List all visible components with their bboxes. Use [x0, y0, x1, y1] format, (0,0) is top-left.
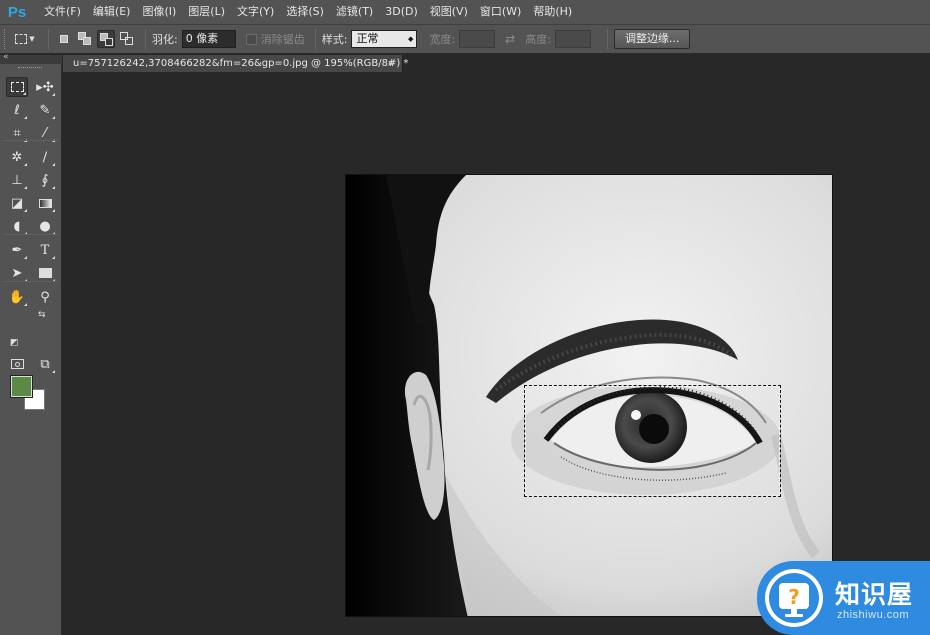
menu-filter[interactable]: 滤镜(T)	[330, 0, 379, 24]
marquee-selection[interactable]	[524, 385, 781, 497]
app-logo: Ps	[7, 3, 27, 21]
svg-text:?: ?	[788, 585, 800, 609]
toolbox-grip[interactable]	[18, 67, 42, 69]
screen-mode-icon[interactable]: ⧉	[34, 354, 56, 374]
divider	[145, 29, 146, 49]
spinner-icon: ◆	[408, 35, 414, 43]
hand-icon[interactable]: ✋	[6, 287, 28, 307]
menu-window[interactable]: 窗口(W)	[474, 0, 527, 24]
rectangle-shape-icon[interactable]	[34, 263, 56, 283]
menu-3d[interactable]: 3D(D)	[379, 0, 424, 24]
blur-icon[interactable]: ◖	[6, 216, 28, 236]
menu-layer[interactable]: 图层(L)	[182, 0, 231, 24]
toolbox-header: «	[0, 52, 62, 64]
toolbox: ▸✣ ℓ ✎ ⌗ ⁄ ✲ ∕ ⊥ ∮ ◪ ◖ ● ✒ T ➤ ✋ ⚲ ⇆ ◩ ⧉	[0, 64, 62, 635]
watermark-url: zhishiwu.com	[837, 609, 910, 621]
menu-help[interactable]: 帮助(H)	[527, 0, 578, 24]
zoom-icon[interactable]: ⚲	[34, 287, 56, 307]
divider	[314, 29, 316, 49]
gradient-icon[interactable]	[34, 193, 56, 213]
menu-edit[interactable]: 编辑(E)	[87, 0, 137, 24]
document-tab[interactable]: u=757126242,3708466282&fm=26&gp=0.jpg @ …	[63, 55, 408, 72]
width-label: 宽度:	[429, 33, 456, 46]
document-tab-bar: u=757126242,3708466282&fm=26&gp=0.jpg @ …	[62, 55, 930, 72]
style-select[interactable]: 正常 ◆	[351, 30, 418, 48]
foreground-color-swatch[interactable]	[10, 375, 33, 398]
default-colors-icon[interactable]: ◩	[10, 338, 19, 348]
chevron-down-icon: ▼	[29, 35, 35, 43]
width-input[interactable]	[459, 30, 496, 48]
watermark-logo-icon: ?	[765, 569, 823, 627]
marquee-preset-icon	[15, 34, 28, 44]
subtract-from-selection-button[interactable]	[97, 30, 115, 48]
clone-stamp-icon[interactable]: ⊥	[6, 170, 28, 190]
add-to-selection-button[interactable]	[76, 30, 94, 48]
pen-icon[interactable]: ✒	[6, 240, 28, 260]
menu-image[interactable]: 图像(I)	[136, 0, 182, 24]
healing-brush-icon[interactable]: ✲	[6, 147, 28, 167]
history-brush-icon[interactable]: ∮	[34, 170, 56, 190]
height-label: 高度:	[525, 33, 551, 46]
antialias-label: 消除锯齿	[260, 33, 305, 46]
feather-label: 羽化:	[152, 33, 178, 46]
document-tab-title: u=757126242,3708466282&fm=26&gp=0.jpg @ …	[73, 58, 409, 69]
antialias-checkbox[interactable]	[245, 33, 257, 45]
swap-colors-icon[interactable]: ⇆	[38, 310, 46, 320]
watermark: ? 知识屋 zhishiwu.com	[757, 561, 930, 635]
new-selection-button[interactable]	[55, 30, 73, 48]
divider	[4, 140, 58, 141]
menu-view[interactable]: 视图(V)	[424, 0, 474, 24]
refine-edge-button[interactable]: 调整边缘...	[613, 29, 691, 49]
move-icon[interactable]: ▸✣	[34, 77, 56, 97]
intersect-selection-button[interactable]	[118, 30, 136, 48]
menu-file[interactable]: 文件(F)	[38, 0, 87, 24]
quick-selection-icon[interactable]: ✎	[34, 100, 56, 120]
close-icon[interactable]: ×	[387, 59, 394, 68]
swap-dimensions-icon[interactable]: ⇄	[505, 32, 515, 46]
style-label: 样式:	[321, 33, 348, 46]
dodge-icon[interactable]: ●	[34, 216, 56, 236]
lasso-icon[interactable]: ℓ	[6, 100, 28, 120]
divider	[4, 281, 58, 282]
options-bar: ▼ 羽化: 0 像素 消除锯齿 样式: 正常 ◆ 宽度: ⇄ 高度: 调整边缘.…	[0, 24, 930, 54]
quick-mask-icon[interactable]	[6, 354, 28, 374]
menu-select[interactable]: 选择(S)	[280, 0, 330, 24]
path-selection-icon[interactable]: ➤	[6, 263, 28, 283]
height-input[interactable]	[554, 30, 591, 48]
collapse-panel-icon[interactable]: «	[3, 52, 9, 62]
divider	[4, 234, 58, 235]
divider	[48, 29, 49, 49]
eraser-icon[interactable]: ◪	[6, 193, 28, 213]
menu-bar: Ps 文件(F) 编辑(E) 图像(I) 图层(L) 文字(Y) 选择(S) 滤…	[0, 0, 930, 24]
type-icon[interactable]: T	[34, 240, 56, 260]
brush-icon[interactable]: ∕	[34, 147, 56, 167]
rectangular-marquee-icon[interactable]	[6, 77, 28, 97]
tool-preset-picker[interactable]: ▼	[8, 29, 42, 49]
menu-type[interactable]: 文字(Y)	[231, 0, 280, 24]
feather-input[interactable]: 0 像素	[181, 30, 236, 48]
style-select-value: 正常	[356, 32, 379, 45]
watermark-title: 知识屋	[835, 580, 914, 609]
divider	[606, 29, 608, 49]
